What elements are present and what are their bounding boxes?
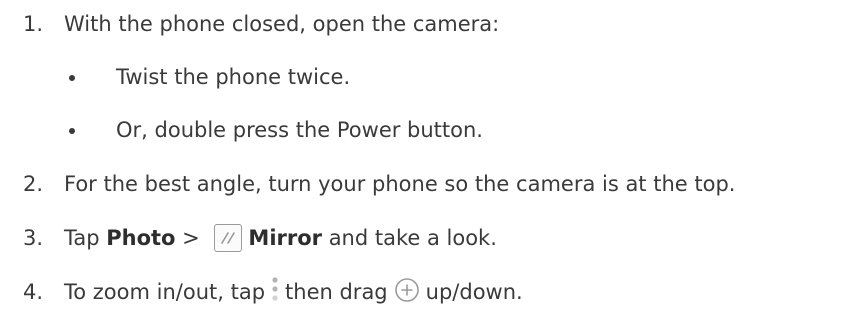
step-number: 2.	[23, 172, 44, 196]
bullet-text: Or, double press the Power button.	[116, 118, 483, 142]
step-text-post: and take a look.	[322, 226, 497, 250]
step-text: With the phone closed, open the camera:	[64, 12, 500, 36]
step-number: 4.	[23, 280, 44, 304]
step-text: For the best angle, turn your phone so t…	[64, 172, 736, 196]
zoom-plus-icon	[394, 277, 420, 308]
bullet-dot	[69, 75, 75, 81]
step-text-post: up/down.	[425, 280, 523, 304]
step-separator: >	[175, 226, 207, 250]
step-text: Tap Photo > Mirror and take a look.	[64, 224, 497, 252]
mirror-mode-icon	[214, 224, 243, 252]
step-text: To zoom in/out, tap then drag up/down.	[64, 275, 523, 310]
step-text-pre: Tap	[64, 226, 107, 250]
photo-mode-label: Photo	[106, 226, 176, 250]
mirror-mode-label: Mirror	[248, 226, 323, 250]
bullet-dot	[69, 128, 75, 134]
step-text-pre: To zoom in/out, tap	[64, 280, 266, 304]
step-number: 3.	[23, 226, 44, 250]
step-number: 1.	[23, 12, 44, 36]
bullet-text: Twist the phone twice.	[116, 65, 351, 89]
step-text-mid: then drag	[285, 280, 388, 304]
vertical-dots-icon	[271, 275, 279, 310]
